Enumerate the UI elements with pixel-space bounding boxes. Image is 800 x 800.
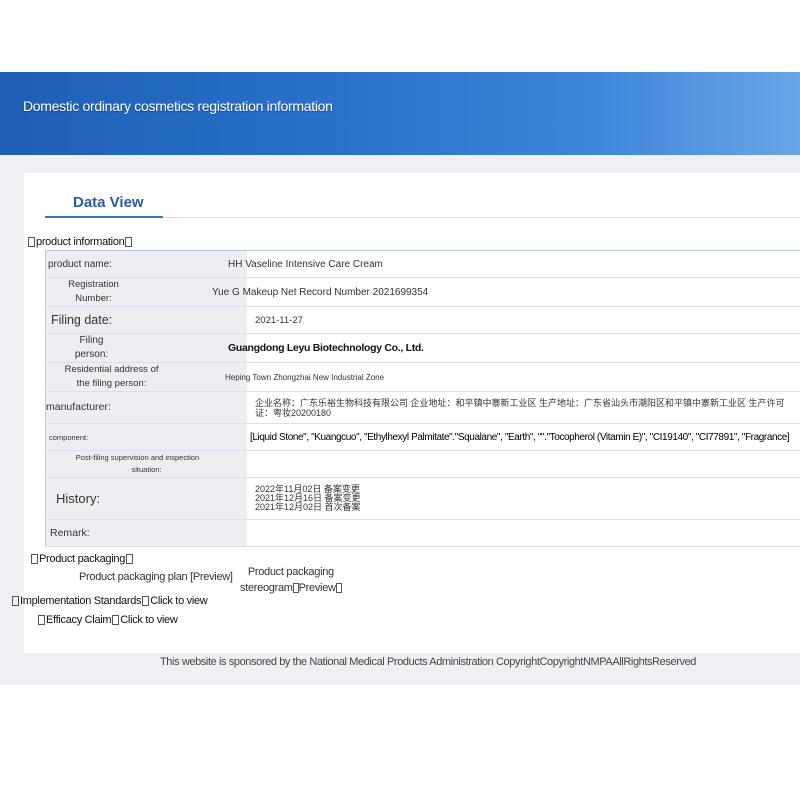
bracket-close-icon bbox=[126, 554, 134, 565]
section-efficacy-claim: Efficacy Claim Click to view bbox=[37, 614, 178, 626]
packaging-stereogram-preview-link[interactable]: Product packaging stereogram Preview bbox=[240, 564, 342, 596]
value-cell: Heping Town Zhongzhai New Industrial Zon… bbox=[225, 362, 800, 392]
table-row: Residential address of the filing person… bbox=[45, 362, 800, 392]
table-row: Registration Number: Yue G Makeup Net Re… bbox=[45, 277, 800, 307]
packaging-plan-preview-link[interactable]: Product packaging plan [Preview] bbox=[79, 571, 233, 583]
header-banner: Domestic ordinary cosmetics registration… bbox=[0, 72, 800, 155]
product-name-label: product name: bbox=[48, 258, 112, 270]
section-label: product information bbox=[36, 236, 125, 248]
component-value: [Liquid Stone", "Kuangcuo", "Ethylhexyl … bbox=[250, 431, 790, 443]
product-info-table: product name: HH Vaseline Intensive Care… bbox=[45, 250, 800, 547]
filing-person-label-2: person: bbox=[74, 349, 109, 360]
filing-date-value: 2021-11-27 bbox=[255, 314, 303, 326]
section-label: Efficacy Claim bbox=[46, 614, 112, 626]
manufacturer-value: 企业名称：广东乐裕生物科技有限公司 企业地址：和平镇中寨新工业区 生产地址：广东… bbox=[255, 397, 785, 418]
label-cell: History: bbox=[45, 477, 247, 520]
bracket-open-icon bbox=[12, 596, 19, 607]
table-row: manufacturer: 企业名称：广东乐裕生物科技有限公司 企业地址：和平镇… bbox=[45, 391, 800, 424]
section-product-packaging: Product packaging bbox=[30, 553, 134, 565]
stereogram-label-2: stereogram Preview bbox=[240, 580, 342, 596]
filing-person-label-1: Filing bbox=[79, 335, 104, 346]
remark-label: Remark: bbox=[50, 526, 90, 539]
label-cell: Filing person: bbox=[45, 333, 247, 363]
table-row: Remark: bbox=[45, 519, 800, 547]
supervision-label-1: Post-filing supervision and inspection bbox=[75, 453, 200, 462]
bracket-close-icon bbox=[142, 596, 150, 607]
address-label-2: the filing person: bbox=[76, 378, 147, 389]
efficacy-click-to-view-link[interactable]: Click to view bbox=[120, 614, 178, 626]
registration-number-value: Yue G Makeup Net Record Number 202169935… bbox=[212, 286, 429, 298]
table-row: product name: HH Vaseline Intensive Care… bbox=[45, 250, 800, 278]
tab-data-view[interactable]: Data View bbox=[73, 194, 144, 211]
label-cell: Filing date: bbox=[45, 306, 247, 334]
address-label-1: Residential address of bbox=[64, 364, 159, 375]
table-row: component: [Liquid Stone", "Kuangcuo", "… bbox=[45, 423, 800, 451]
manufacturer-label: manufacturer: bbox=[46, 401, 111, 413]
value-cell: 2021-11-27 bbox=[247, 306, 800, 334]
filing-date-label: Filing date: bbox=[51, 312, 113, 327]
history-list: 2022年11月02日 备案变更 2021年12月16日 备案变更 2021年1… bbox=[247, 485, 800, 512]
table-row: Post-filing supervision and inspection s… bbox=[45, 450, 800, 478]
value-cell: Guangdong Leyu Biotechnology Co., Ltd. bbox=[228, 333, 800, 363]
product-name-value: HH Vaseline Intensive Care Cream bbox=[228, 258, 383, 270]
footer-copyright: This website is sponsored by the Nationa… bbox=[159, 656, 697, 668]
address-value: Heping Town Zhongzhai New Industrial Zon… bbox=[225, 372, 385, 382]
tab-active-indicator bbox=[45, 216, 163, 218]
page-title: Domestic ordinary cosmetics registration… bbox=[23, 98, 333, 114]
bracket-close-icon bbox=[112, 615, 120, 626]
bracket-open-icon bbox=[38, 615, 45, 626]
section-implementation-standards: Implementation Standards Click to view bbox=[11, 595, 208, 607]
tab-divider bbox=[163, 217, 800, 218]
label-cell: manufacturer: bbox=[45, 391, 247, 424]
value-cell: 企业名称：广东乐裕生物科技有限公司 企业地址：和平镇中寨新工业区 生产地址：广东… bbox=[247, 391, 800, 424]
label-cell: Remark: bbox=[45, 519, 247, 547]
registration-number-label-2: Number: bbox=[75, 293, 112, 304]
filing-person-value: Guangdong Leyu Biotechnology Co., Ltd. bbox=[228, 342, 424, 354]
history-label: History: bbox=[56, 491, 101, 506]
registration-number-label-1: Registration bbox=[68, 279, 119, 290]
bracket-open-icon bbox=[28, 237, 35, 248]
label-cell: Post-filing supervision and inspection s… bbox=[45, 450, 247, 478]
section-label: Implementation Standards bbox=[20, 595, 142, 607]
stereogram-label-1: Product packaging bbox=[247, 566, 334, 578]
supervision-label-2: situation: bbox=[131, 465, 162, 474]
value-cell: Yue G Makeup Net Record Number 202169935… bbox=[212, 277, 800, 307]
label-cell: component: bbox=[45, 423, 247, 451]
section-label: Product packaging bbox=[39, 553, 126, 565]
standards-click-to-view-link[interactable]: Click to view bbox=[150, 595, 208, 607]
table-row: Filing person: Guangdong Leyu Biotechnol… bbox=[45, 333, 800, 363]
component-label: component: bbox=[49, 432, 89, 442]
value-cell: [Liquid Stone", "Kuangcuo", "Ethylhexyl … bbox=[247, 423, 800, 451]
section-product-information: product information bbox=[27, 236, 133, 248]
value-cell: HH Vaseline Intensive Care Cream bbox=[228, 250, 800, 278]
value-cell bbox=[247, 450, 800, 478]
value-cell bbox=[247, 519, 800, 547]
table-row: History: 2022年11月02日 备案变更 2021年12月16日 备案… bbox=[45, 477, 800, 520]
list-item: 2021年12月02日 首次备案 bbox=[255, 502, 361, 512]
bracket-open-icon bbox=[31, 554, 38, 565]
value-cell: 2022年11月02日 备案变更 2021年12月16日 备案变更 2021年1… bbox=[247, 477, 800, 520]
label-cell: Residential address of the filing person… bbox=[45, 362, 247, 392]
table-row: Filing date: 2021-11-27 bbox=[45, 306, 800, 334]
label-cell: product name: bbox=[45, 250, 247, 278]
bracket-close-icon bbox=[125, 237, 133, 248]
